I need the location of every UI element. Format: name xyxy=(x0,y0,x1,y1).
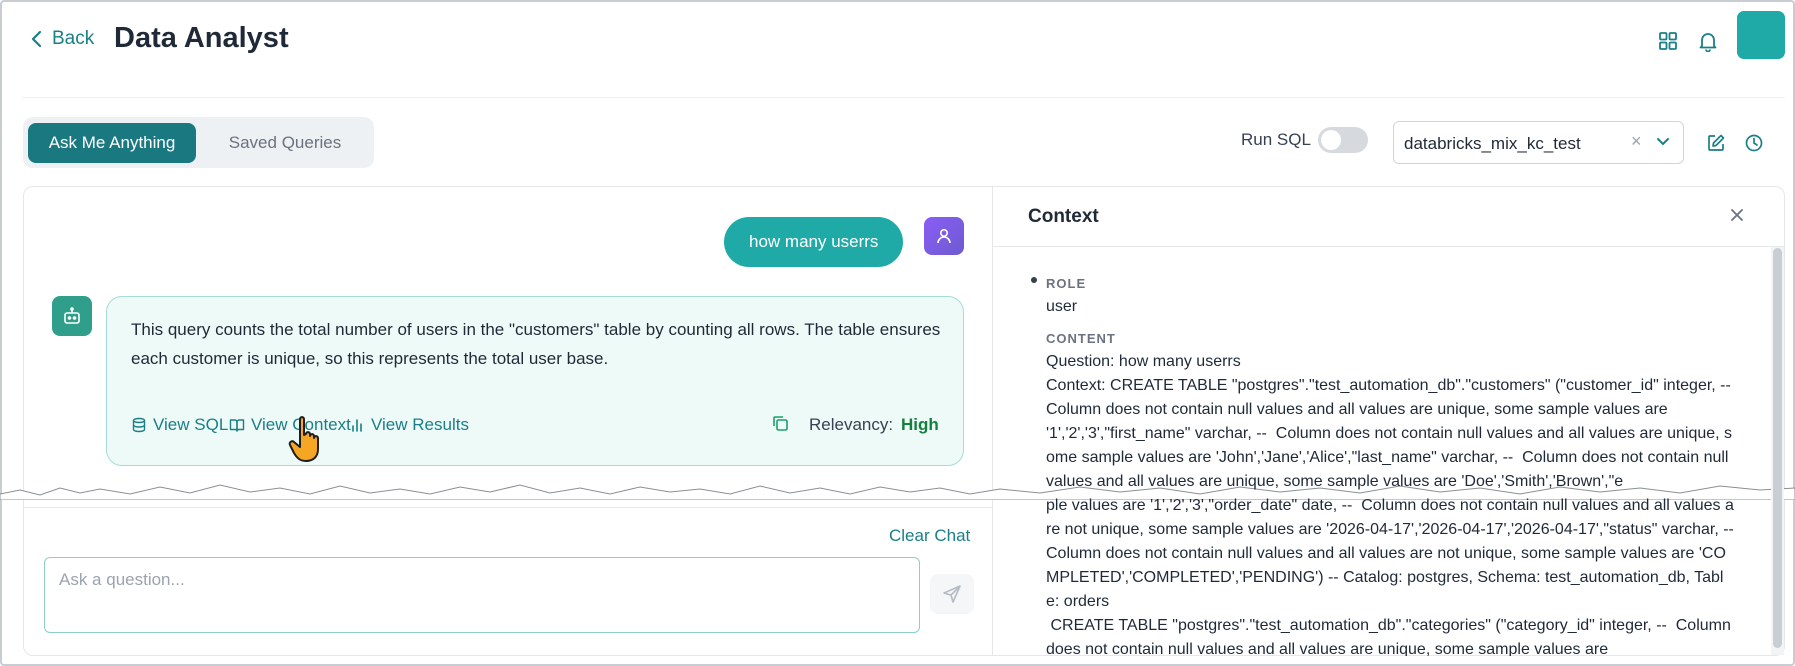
bot-avatar xyxy=(52,296,92,336)
bot-message-bubble: This query counts the total number of us… xyxy=(106,296,964,466)
back-button[interactable]: Back xyxy=(30,28,94,50)
clear-selection-icon[interactable]: × xyxy=(1631,131,1642,152)
relevancy-label: Relevancy: xyxy=(809,415,894,434)
view-results-button[interactable]: View Results xyxy=(349,415,469,435)
edit-icon[interactable] xyxy=(1706,133,1726,153)
question-input[interactable] xyxy=(44,557,920,633)
role-label: ROLE xyxy=(1046,276,1087,291)
database-icon xyxy=(132,417,146,433)
view-results-label: View Results xyxy=(371,415,469,434)
back-label: Back xyxy=(52,28,95,49)
tab-ask-me-anything[interactable]: Ask Me Anything xyxy=(28,123,196,163)
clear-chat-button[interactable]: Clear Chat xyxy=(889,526,970,546)
view-sql-label: View SQL xyxy=(153,415,229,434)
send-button[interactable] xyxy=(930,574,974,614)
chevron-left-icon xyxy=(31,30,42,48)
context-panel-title: Context xyxy=(1028,206,1099,227)
chevron-down-icon[interactable] xyxy=(1656,135,1670,149)
context-scrollbar-thumb[interactable] xyxy=(1773,248,1782,648)
header-divider xyxy=(22,97,1785,98)
list-bullet xyxy=(1031,277,1037,283)
hand-cursor-icon xyxy=(288,416,319,462)
context-header-divider xyxy=(993,246,1784,247)
relevancy-value: High xyxy=(901,415,939,434)
copy-icon[interactable] xyxy=(771,414,790,433)
user-message-bubble: how many userrs xyxy=(724,217,904,267)
run-sql-label: Run SQL xyxy=(1241,130,1311,149)
user-avatar xyxy=(924,217,964,255)
tab-bar: Ask Me Anything Saved Queries xyxy=(23,117,374,168)
database-select-value: databricks_mix_kc_test xyxy=(1404,134,1581,153)
run-sql-toggle[interactable] xyxy=(1318,127,1368,153)
tab-saved-queries[interactable]: Saved Queries xyxy=(201,123,369,163)
view-sql-button[interactable]: View SQL xyxy=(131,415,228,435)
grid-icon[interactable] xyxy=(1657,30,1679,52)
close-icon[interactable] xyxy=(1728,206,1746,224)
role-value: user xyxy=(1046,298,1078,315)
context-content-text: Question: how many userrs Context: CREAT… xyxy=(1046,353,1734,656)
book-open-icon xyxy=(229,419,245,432)
content-label: CONTENT xyxy=(1046,331,1116,346)
chat-input-divider xyxy=(24,507,992,508)
panel-divider xyxy=(992,186,993,656)
robot-icon xyxy=(64,307,80,324)
bell-icon[interactable] xyxy=(1697,30,1719,52)
database-select[interactable]: databricks_mix_kc_test × xyxy=(1393,121,1684,164)
bot-message-text: This query counts the total number of us… xyxy=(131,320,941,368)
user-avatar-button[interactable] xyxy=(1737,11,1785,59)
user-icon xyxy=(937,228,951,244)
page-title: Data Analyst xyxy=(114,22,289,54)
history-icon[interactable] xyxy=(1744,133,1764,153)
send-icon xyxy=(943,585,961,603)
bar-chart-icon xyxy=(352,419,362,432)
